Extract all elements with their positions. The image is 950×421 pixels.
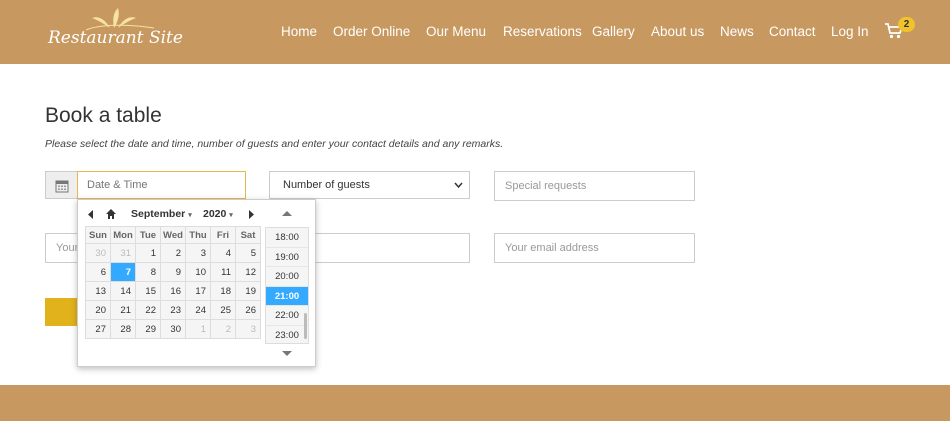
guests-select[interactable]: Number of guests: [269, 171, 470, 199]
calendar-day[interactable]: 29: [135, 319, 161, 339]
month-select[interactable]: September ▾: [131, 208, 192, 220]
phone-input[interactable]: [290, 233, 470, 263]
previous-month-icon[interactable]: [87, 209, 95, 220]
calendar-day-selected[interactable]: 7: [110, 262, 136, 282]
time-option[interactable]: 23:00: [266, 325, 308, 343]
next-month-icon[interactable]: [247, 209, 255, 220]
calendar-day[interactable]: 1: [135, 243, 161, 263]
calendar-day[interactable]: 22: [135, 300, 161, 320]
calendar-day[interactable]: 10: [185, 262, 211, 282]
calendar-day[interactable]: 21: [110, 300, 136, 320]
time-option[interactable]: 19:00: [266, 247, 308, 267]
time-scroll-down-icon[interactable]: [281, 350, 293, 357]
weekday-header: Mon: [110, 226, 136, 244]
weekday-header: Tue: [135, 226, 161, 244]
weekday-header: Thu: [185, 226, 211, 244]
year-caret-icon: ▾: [229, 212, 233, 219]
weekday-header: Sat: [235, 226, 261, 244]
nav-log-in[interactable]: Log In: [831, 24, 869, 39]
year-label: 2020: [203, 208, 227, 220]
calendar-day[interactable]: 11: [210, 262, 236, 282]
calendar-day[interactable]: 16: [160, 281, 186, 301]
page-subtitle: Please select the date and time, number …: [45, 138, 504, 150]
time-list: 18:00 19:00 20:00 21:00 22:00 23:00: [265, 227, 309, 344]
weekday-header: Sun: [85, 226, 111, 244]
calendar-day[interactable]: 2: [210, 319, 236, 339]
calendar-day[interactable]: 31: [110, 243, 136, 263]
special-requests-input[interactable]: Special requests: [494, 171, 695, 201]
calendar-day[interactable]: 24: [185, 300, 211, 320]
email-placeholder: Your email address: [505, 242, 599, 254]
site-header: Restaurant Site Home Order Online Our Me…: [0, 0, 950, 64]
time-option[interactable]: 22:00: [266, 306, 308, 326]
weekday-header: Fri: [210, 226, 236, 244]
nav-gallery[interactable]: Gallery: [592, 24, 635, 39]
calendar-day[interactable]: 17: [185, 281, 211, 301]
site-footer: [0, 385, 950, 421]
site-logo[interactable]: Restaurant Site: [48, 8, 188, 56]
calendar-day[interactable]: 28: [110, 319, 136, 339]
calendar-icon: [55, 180, 69, 193]
home-icon[interactable]: [105, 208, 117, 220]
calendar-day[interactable]: 19: [235, 281, 261, 301]
time-scrollbar[interactable]: [304, 313, 307, 339]
time-option-selected[interactable]: 21:00: [266, 286, 308, 306]
calendar-day[interactable]: 23: [160, 300, 186, 320]
cart-count-badge: 2: [898, 17, 915, 32]
month-caret-icon: ▾: [188, 212, 192, 219]
picker-header: September ▾ 2020 ▾: [78, 208, 268, 222]
nav-our-menu[interactable]: Our Menu: [426, 24, 486, 39]
calendar-day[interactable]: 15: [135, 281, 161, 301]
calendar-day[interactable]: 9: [160, 262, 186, 282]
nav-order-online[interactable]: Order Online: [333, 24, 410, 39]
email-input[interactable]: Your email address: [494, 233, 695, 263]
nav-home[interactable]: Home: [281, 24, 317, 39]
datetime-input[interactable]: [77, 171, 246, 199]
name-placeholder: Your: [56, 242, 79, 254]
logo-text: Restaurant Site: [48, 28, 183, 48]
time-scroll-up-icon[interactable]: [281, 210, 293, 217]
calendar-day[interactable]: 1: [185, 319, 211, 339]
nav-about-us[interactable]: About us: [651, 24, 704, 39]
page-title: Book a table: [45, 104, 162, 127]
time-option[interactable]: 18:00: [266, 228, 308, 248]
calendar-day[interactable]: 5: [235, 243, 261, 263]
calendar-day[interactable]: 12: [235, 262, 261, 282]
nav-news[interactable]: News: [720, 24, 754, 39]
calendar-day[interactable]: 27: [85, 319, 111, 339]
calendar-day[interactable]: 14: [110, 281, 136, 301]
nav-reservations[interactable]: Reservations: [503, 24, 582, 39]
book-button[interactable]: [45, 298, 81, 326]
guests-select-value: Number of guests: [283, 179, 370, 191]
calendar-day[interactable]: 18: [210, 281, 236, 301]
calendar-day[interactable]: 30: [160, 319, 186, 339]
calendar-day[interactable]: 4: [210, 243, 236, 263]
calendar-day[interactable]: 20: [85, 300, 111, 320]
datetime-picker: September ▾ 2020 ▾ Sun Mon Tue Wed Thu F…: [77, 199, 316, 367]
calendar-grid: Sun Mon Tue Wed Thu Fri Sat 30 31 1 2 3 …: [85, 226, 261, 339]
calendar-day[interactable]: 6: [85, 262, 111, 282]
calendar-day[interactable]: 3: [185, 243, 211, 263]
calendar-day[interactable]: 2: [160, 243, 186, 263]
calendar-day[interactable]: 13: [85, 281, 111, 301]
year-select[interactable]: 2020 ▾: [203, 208, 233, 220]
datetime-addon[interactable]: [45, 171, 77, 199]
calendar-day[interactable]: 8: [135, 262, 161, 282]
time-option[interactable]: 20:00: [266, 267, 308, 287]
chevron-down-icon: [454, 182, 463, 189]
calendar-day[interactable]: 30: [85, 243, 111, 263]
special-requests-placeholder: Special requests: [505, 180, 587, 192]
calendar-day[interactable]: 25: [210, 300, 236, 320]
nav-contact[interactable]: Contact: [769, 24, 816, 39]
calendar-day[interactable]: 26: [235, 300, 261, 320]
weekday-header: Wed: [160, 226, 186, 244]
calendar-day[interactable]: 3: [235, 319, 261, 339]
month-label: September: [131, 208, 186, 220]
